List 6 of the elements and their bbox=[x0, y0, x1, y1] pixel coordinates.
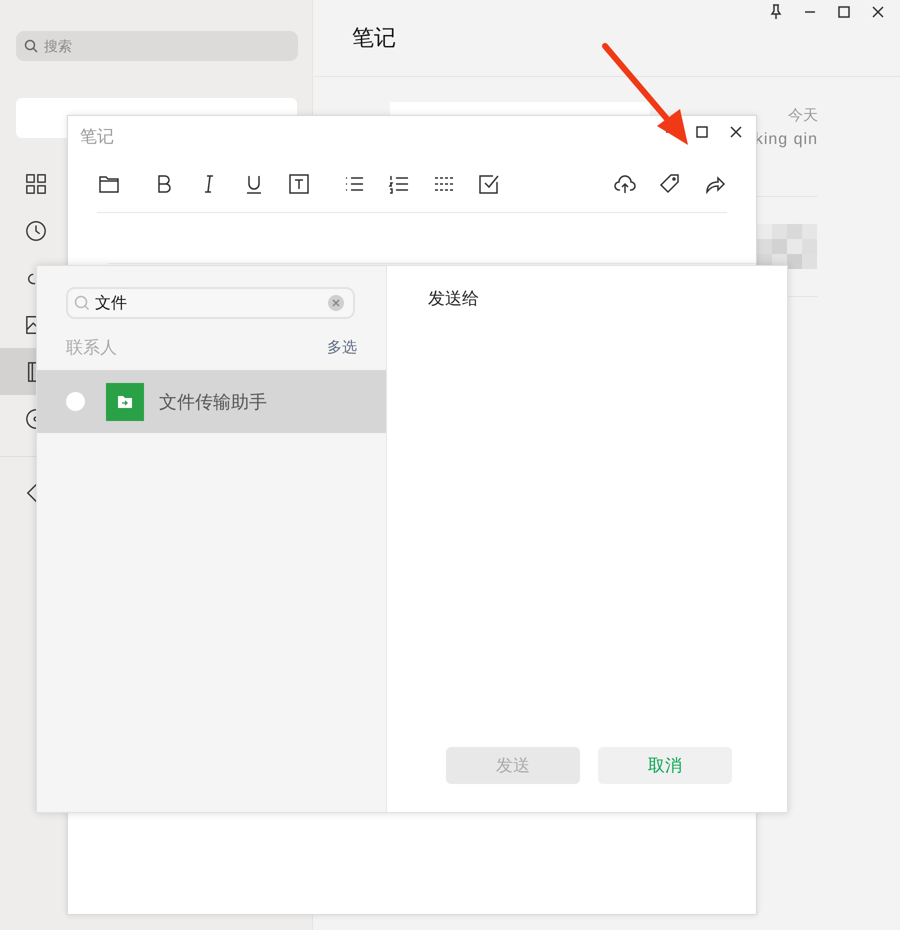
section-label: 联系人 bbox=[66, 336, 117, 358]
contact-name: 文件传输助手 bbox=[159, 390, 267, 414]
note-date: 今天 bbox=[788, 106, 818, 125]
page-title: 笔记 bbox=[352, 24, 396, 52]
send-to-label: 发送给 bbox=[428, 288, 480, 310]
window-title: 笔记 bbox=[80, 126, 114, 148]
